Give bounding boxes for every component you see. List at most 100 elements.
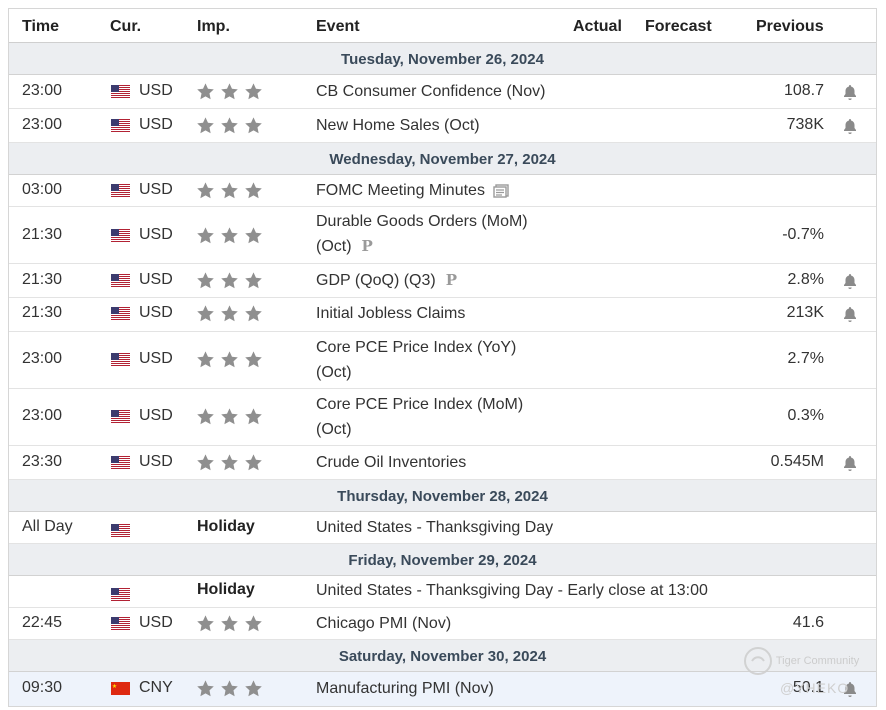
us-flag-icon xyxy=(111,307,130,320)
date-row: Friday, November 29, 2024 xyxy=(9,544,876,576)
event-name-cell[interactable]: GDP (QoQ) (Q3) P xyxy=(316,268,566,293)
event-name-cell[interactable]: Core PCE Price Index (MoM) (Oct) xyxy=(316,392,566,442)
importance-stars xyxy=(196,453,268,472)
event-currency: USD xyxy=(139,271,173,288)
star-icon xyxy=(196,453,215,472)
event-currency: USD xyxy=(139,82,173,99)
event-name[interactable]: Initial Jobless Claims xyxy=(316,301,566,326)
importance-stars xyxy=(196,614,268,633)
star-icon xyxy=(196,226,215,245)
header-previous[interactable]: Previous xyxy=(756,18,824,36)
preliminary-icon: P xyxy=(361,237,373,256)
bell-icon[interactable] xyxy=(843,306,857,322)
table-row[interactable]: 09:30 CNY Manufacturing PMI (Nov) 50.1 xyxy=(9,672,876,706)
event-currency: USD xyxy=(139,181,173,198)
header-event[interactable]: Event xyxy=(316,18,360,36)
event-previous: 41.6 xyxy=(792,614,824,631)
star-icon xyxy=(244,453,263,472)
us-flag-icon xyxy=(111,119,130,132)
table-row[interactable]: 21:30 USD Durable Goods Orders (MoM) (Oct… xyxy=(9,207,876,264)
table-row[interactable]: 23:00 USD CB Consumer Confidence (Nov) 1… xyxy=(9,75,876,109)
event-name-period[interactable]: (Oct) xyxy=(316,364,352,381)
event-name[interactable]: Core PCE Price Index (MoM) xyxy=(316,396,523,413)
bell-icon[interactable] xyxy=(843,273,857,289)
star-icon xyxy=(196,181,215,200)
event-name-cell[interactable]: FOMC Meeting Minutes xyxy=(316,178,566,203)
event-time: 23:00 xyxy=(22,407,63,424)
star-icon xyxy=(220,453,239,472)
header-importance[interactable]: Imp. xyxy=(197,18,230,36)
event-name[interactable]: New Home Sales (Oct) xyxy=(316,113,566,138)
bell-icon[interactable] xyxy=(843,118,857,134)
table-row[interactable]: 23:00 USD New Home Sales (Oct) 738K xyxy=(9,109,876,143)
date-row: Wednesday, November 27, 2024 xyxy=(9,143,876,175)
star-icon xyxy=(244,304,263,323)
table-row[interactable]: 21:30 USD Initial Jobless Claims 213K xyxy=(9,298,876,332)
event-name-cell[interactable]: Durable Goods Orders (MoM) (Oct) P xyxy=(316,209,566,259)
event-name-period[interactable]: (Oct) xyxy=(316,238,352,255)
event-previous: -0.7% xyxy=(782,226,824,243)
table-row[interactable]: Holiday United States - Thanksgiving Day… xyxy=(9,576,876,608)
bell-icon[interactable] xyxy=(843,84,857,100)
us-flag-icon xyxy=(111,184,130,197)
date-row: Tuesday, November 26, 2024 xyxy=(9,43,876,75)
header-time[interactable]: Time xyxy=(22,18,59,36)
star-icon xyxy=(220,271,239,290)
event-currency: USD xyxy=(139,614,173,631)
event-name[interactable]: Chicago PMI (Nov) xyxy=(316,611,566,636)
event-name[interactable]: CB Consumer Confidence (Nov) xyxy=(316,79,566,104)
event-name[interactable]: Crude Oil Inventories xyxy=(316,450,566,475)
star-icon xyxy=(220,82,239,101)
us-flag-icon xyxy=(111,588,130,601)
star-icon xyxy=(244,679,263,698)
importance-stars xyxy=(196,407,268,426)
date-label: Thursday, November 28, 2024 xyxy=(337,488,548,505)
star-icon xyxy=(196,304,215,323)
event-name[interactable]: Core PCE Price Index (YoY) xyxy=(316,339,516,356)
event-name[interactable]: FOMC Meeting Minutes xyxy=(316,182,485,199)
table-row[interactable]: 21:30 USD GDP (QoQ) (Q3) P 2.8% xyxy=(9,264,876,298)
table-row[interactable]: 22:45 USD Chicago PMI (Nov) 41.6 xyxy=(9,608,876,640)
table-header: Time Cur. Imp. Event Actual Forecast Pre… xyxy=(9,9,876,43)
event-name[interactable]: Manufacturing PMI (Nov) xyxy=(316,676,566,701)
star-icon xyxy=(196,407,215,426)
star-icon xyxy=(244,271,263,290)
table-row[interactable]: 23:00 USD Core PCE Price Index (MoM) (Oct… xyxy=(9,389,876,446)
importance-stars xyxy=(196,181,268,200)
event-name-period[interactable]: (Oct) xyxy=(316,421,352,438)
watermark-brand-text: Tiger Community xyxy=(775,654,860,667)
event-name-cell[interactable]: Core PCE Price Index (YoY) (Oct) xyxy=(316,335,566,385)
date-label: Wednesday, November 27, 2024 xyxy=(329,151,556,168)
star-icon xyxy=(244,226,263,245)
document-icon[interactable] xyxy=(493,184,509,198)
table-row[interactable]: 23:30 USD Crude Oil Inventories 0.545M xyxy=(9,446,876,480)
star-icon xyxy=(220,679,239,698)
date-label: Friday, November 29, 2024 xyxy=(348,552,537,569)
event-currency: USD xyxy=(139,226,173,243)
star-icon xyxy=(244,407,263,426)
event-name[interactable]: United States - Thanksgiving Day xyxy=(316,515,796,540)
event-name[interactable]: Durable Goods Orders (MoM) xyxy=(316,213,528,230)
date-row: Thursday, November 28, 2024 xyxy=(9,480,876,512)
bell-icon[interactable] xyxy=(843,455,857,471)
event-name[interactable]: GDP (QoQ) (Q3) xyxy=(316,272,436,289)
event-currency: USD xyxy=(139,453,173,470)
table-row[interactable]: 23:00 USD Core PCE Price Index (YoY) (Oct… xyxy=(9,332,876,389)
header-currency[interactable]: Cur. xyxy=(110,18,141,36)
event-name[interactable]: United States - Thanksgiving Day - Early… xyxy=(316,578,796,603)
event-previous: 0.3% xyxy=(787,407,824,424)
star-icon xyxy=(244,614,263,633)
table-row[interactable]: 03:00 USD FOMC Meeting Minutes xyxy=(9,175,876,207)
us-flag-icon xyxy=(111,274,130,287)
event-time: 21:30 xyxy=(22,271,63,288)
event-currency: USD xyxy=(139,407,173,424)
watermark-brand: Tiger Community xyxy=(743,646,859,676)
table-row[interactable]: All Day Holiday United States - Thanksgi… xyxy=(9,512,876,544)
event-currency: CNY xyxy=(139,679,173,696)
header-actual[interactable]: Actual xyxy=(573,18,622,36)
event-time: 22:45 xyxy=(22,614,63,631)
star-icon xyxy=(220,350,239,369)
star-icon xyxy=(196,614,215,633)
header-forecast[interactable]: Forecast xyxy=(645,18,712,36)
event-time: 03:00 xyxy=(22,181,63,198)
